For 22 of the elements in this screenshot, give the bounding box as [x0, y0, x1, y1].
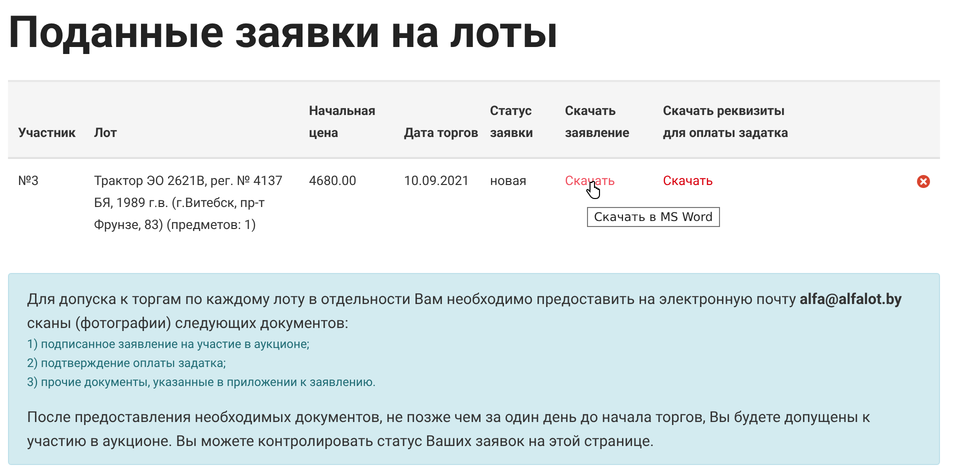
table-cell: №3	[18, 174, 39, 189]
document-item: 1) подписанное заявление на участие в аукционе;	[27, 336, 310, 353]
table-cell: новая	[490, 174, 527, 189]
page-title: Поданные заявки на лоты	[8, 5, 558, 60]
table-cell-text: Трактор ЭО 2621В, рег. № 4137 БЯ, 1989 г.в. (г.Витебск, пр-т Фрунзе, 83) (предметов: 1)	[94, 173, 284, 235]
download-link[interactable]: Скачать	[565, 174, 615, 189]
column-header: Статус заявки	[490, 103, 534, 143]
instruction-text: Для допуска к торгам по каждому лоту в отдельности Вам необходимо предоставить на электронную почту alfa@alfalot.by сканы (фотографии) следующих документов:	[27, 289, 903, 334]
table-cell: 4680.00	[309, 174, 356, 189]
column-header: Скачать реквизиты для оплаты задатка	[663, 103, 790, 143]
download-link[interactable]: Скачать	[663, 174, 713, 189]
document-item: 2) подтверждение оплаты задатка;	[27, 355, 226, 372]
column-header: Лот	[94, 125, 117, 143]
table-cell: 10.09.2021	[404, 174, 470, 189]
delete-icon[interactable]	[917, 175, 930, 188]
instruction-text: После предоставления необходимых документов, не позже чем за один день до начала торгов, Вы будете допущены к участию в аукционе. Вы можете контролировать статус Ваших заявок на этой странице.	[27, 407, 872, 452]
column-header: Участник	[18, 125, 76, 143]
column-header: Скачать заявление	[565, 103, 630, 143]
column-header: Начальная цена	[309, 103, 377, 143]
column-header: Дата торгов	[404, 125, 478, 143]
document-item: 3) прочие документы, указанные в приложении к заявлению.	[27, 374, 376, 391]
tooltip: Скачать в MS Word	[587, 207, 720, 227]
